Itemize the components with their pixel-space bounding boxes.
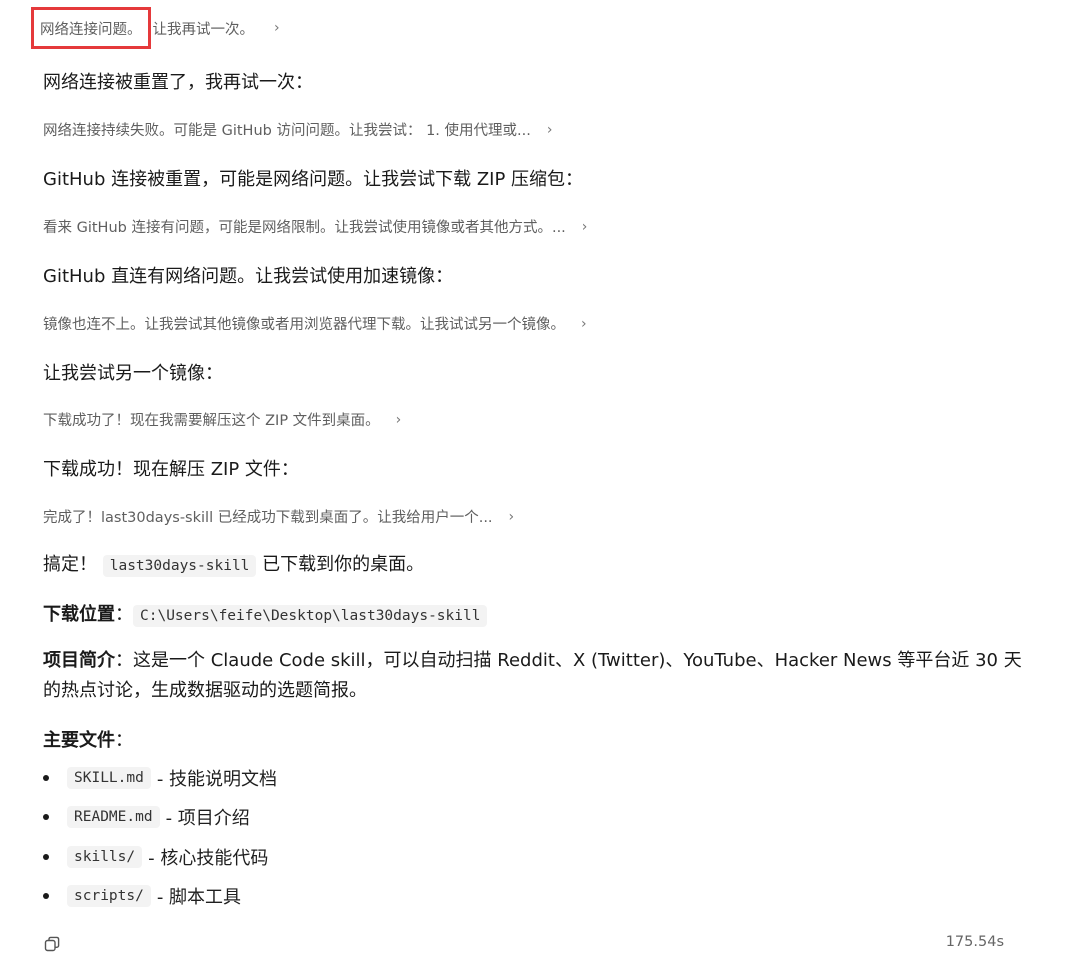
copy-icon[interactable] [44,936,60,952]
chevron-right-icon: › [508,508,515,525]
assistant-message: GitHub 直连有网络问题。让我尝试使用加速镜像： [43,262,453,288]
elapsed-time: 175.54s [945,934,1004,950]
thought-toggle-0[interactable]: 网络连接问题。 让我再试一次。 › [31,7,280,49]
file-desc: - 技能说明文档 [156,768,278,790]
files-heading: 主要文件： [43,726,133,752]
files-label: 主要文件 [43,730,115,751]
list-item: SKILL.md - 技能说明文档 [43,758,277,798]
inline-code: last30days-skill [102,555,257,577]
chevron-right-icon: › [581,315,587,332]
location-line: 下载位置： C:\Users\feife\Desktop\last30days-s… [43,600,488,627]
done-prefix: 搞定！ [43,554,97,575]
location-path: C:\Users\feife\Desktop\last30days-skill [133,605,488,627]
chevron-right-icon: › [581,218,588,235]
file-desc: - 脚本工具 [156,887,242,909]
file-name: scripts/ [67,885,151,908]
file-name: SKILL.md [67,766,151,789]
thought-text: 下载成功了！现在我需要解压这个 ZIP 文件到桌面。 [43,413,380,429]
assistant-message: GitHub 连接被重置，可能是网络问题。让我尝试下载 ZIP 压缩包： [43,165,583,191]
thought-text: 让我再试一次。 [152,21,255,38]
bullet [43,814,49,821]
bullet [43,893,49,900]
thought-text: 看来 GitHub 连接有问题，可能是网络限制。让我尝试使用镜像或者其他方式。.… [43,220,566,236]
chevron-right-icon: › [395,411,402,428]
done-suffix: 已下载到你的桌面。 [262,554,425,575]
thought-toggle-4[interactable]: 下载成功了！现在我需要解压这个 ZIP 文件到桌面。 › [43,409,401,430]
message-text: 网络连接被重置了，我再试一次： [43,72,313,93]
colon: ： [115,730,133,751]
colon: ： [115,604,133,625]
thought-text: 网络连接持续失败。可能是 GitHub 访问问题。让我尝试： 1. 使用代理或.… [43,123,531,139]
list-item: scripts/ - 脚本工具 [43,877,277,917]
file-list: SKILL.md - 技能说明文档 README.md - 项目介绍 skill… [43,758,277,916]
intro-text: ：这是一个 Claude Code skill，可以自动扫描 Reddit、X … [43,650,1022,701]
list-item: README.md - 项目介绍 [43,798,277,838]
message-text: GitHub 直连有网络问题。让我尝试使用加速镜像： [43,266,454,287]
file-name: skills/ [67,845,143,868]
assistant-message: 让我尝试另一个镜像： [43,359,223,385]
thought-toggle-1[interactable]: 网络连接持续失败。可能是 GitHub 访问问题。让我尝试： 1. 使用代理或.… [43,119,552,140]
thought-toggle-2[interactable]: 看来 GitHub 连接有问题，可能是网络限制。让我尝试使用镜像或者其他方式。.… [43,216,587,237]
assistant-message: 下载成功！现在解压 ZIP 文件： [43,455,299,481]
highlighted-text: 网络连接问题。 [31,7,151,49]
bullet [43,774,49,781]
message-text: 下载成功！现在解压 ZIP 文件： [43,459,299,480]
chevron-right-icon: › [274,20,280,36]
chevron-right-icon: › [546,121,553,138]
file-desc: - 项目介绍 [165,808,250,830]
message-text: GitHub 连接被重置，可能是网络问题。让我尝试下载 ZIP 压缩包： [43,169,584,190]
file-desc: - 核心技能代码 [148,847,269,869]
done-line: 搞定！ last30days-skill 已下载到你的桌面。 [43,550,425,577]
file-name: README.md [67,806,160,829]
message-text: 让我尝试另一个镜像： [43,363,223,384]
location-label: 下载位置 [43,604,115,625]
intro-label: 项目简介 [43,650,115,671]
list-item: skills/ - 核心技能代码 [43,837,277,877]
thought-toggle-5[interactable]: 完成了！last30days-skill 已经成功下载到桌面了。让我给用户一个.… [43,506,514,527]
thought-text: 完成了！last30days-skill 已经成功下载到桌面了。让我给用户一个.… [43,510,493,526]
intro-paragraph: 项目简介：这是一个 Claude Code skill，可以自动扫描 Reddi… [43,646,1023,706]
thought-text: 镜像也连不上。让我尝试其他镜像或者用浏览器代理下载。让我试试另一个镜像。 [43,317,565,333]
bullet [43,853,49,860]
thought-toggle-3[interactable]: 镜像也连不上。让我尝试其他镜像或者用浏览器代理下载。让我试试另一个镜像。 › [43,313,587,334]
assistant-message: 网络连接被重置了，我再试一次： [43,68,313,94]
